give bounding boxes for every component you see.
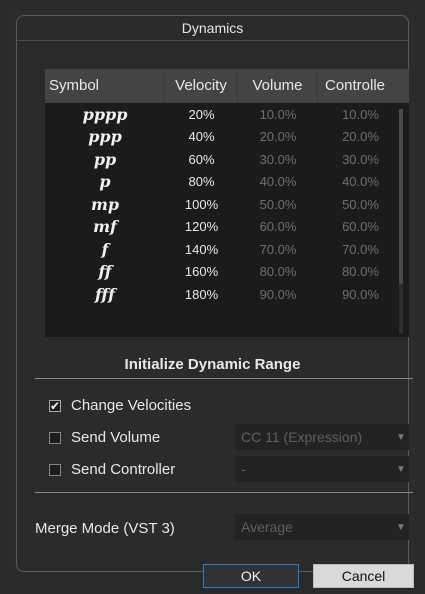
dynamics-panel: Dynamics Symbol Velocity Volume Controll… [16,15,413,572]
velocity-cell: 40% [188,129,215,145]
controller-cell: 90.0% [342,286,379,302]
dynamic-symbol: pp [93,149,117,169]
chevron-down-icon: ▼ [396,521,406,533]
controller-cell: 60.0% [342,219,379,235]
dynamic-symbol: mp [90,194,120,214]
column-header-controller[interactable]: Controlle [318,69,403,103]
dynamics-table[interactable]: Symbol Velocity Volume Controlle pppp 20%… [45,69,409,337]
volume-cell: 80.0% [259,264,297,280]
dynamic-symbol: p [99,172,111,192]
chevron-down-icon: ▼ [396,463,406,475]
checkmark-icon: ✔ [49,398,61,413]
dynamic-symbol: ppp [88,127,122,147]
velocity-cell: 60% [188,151,215,167]
controller-cell: 50.0% [342,196,379,212]
table-row[interactable]: ff 160% 80.0% 80.0% [45,261,403,284]
dynamic-symbol: f [101,239,109,259]
volume-cell: 90.0% [259,286,297,302]
send-volume-dropdown[interactable]: CC 11 (Expression) ▼ [235,424,409,450]
controller-cell: 10.0% [342,106,379,122]
change-velocities-option[interactable]: ✔ Change Velocities [49,397,191,414]
merge-mode-dropdown[interactable]: Average ▼ [235,514,409,540]
send-controller-label: Send Controller [71,461,176,478]
table-row[interactable]: pppp 20% 10.0% 10.0% [45,103,403,126]
volume-cell: 40.0% [259,174,297,190]
controller-cell: 20.0% [342,129,379,145]
velocity-cell: 140% [184,241,219,257]
send-controller-value: - [241,461,246,477]
table-row[interactable]: fff 180% 90.0% 90.0% [45,283,403,306]
controller-cell: 70.0% [342,241,379,257]
velocity-cell: 120% [184,219,219,235]
velocity-cell: 20% [188,106,215,122]
velocity-cell: 180% [184,286,219,302]
controller-cell: 30.0% [342,151,379,167]
volume-cell: 60.0% [259,219,297,235]
volume-cell: 70.0% [259,241,297,257]
table-body: pppp 20% 10.0% 10.0% ppp 40% 20.0% 20.0% pp 60% 30… [45,103,403,306]
send-volume-checkbox[interactable] [49,431,61,444]
dynamic-symbol: fff [94,284,116,304]
table-row[interactable]: ppp 40% 20.0% 20.0% [45,126,403,149]
merge-mode-value: Average [241,519,293,535]
dynamic-symbol: ff [98,262,112,282]
table-row[interactable]: mp 100% 50.0% 50.0% [45,193,403,216]
volume-cell: 10.0% [259,106,297,122]
dialog-title: Dynamics [17,16,408,41]
velocity-cell: 80% [188,174,215,190]
volume-cell: 50.0% [259,196,297,212]
velocity-cell: 100% [184,196,219,212]
change-velocities-label: Change Velocities [71,397,192,414]
ok-button[interactable]: OK [203,564,299,588]
scrollbar-thumb[interactable] [399,109,403,284]
dialog-frame: Dynamics Symbol Velocity Volume Controll… [10,10,415,573]
send-volume-option[interactable]: Send Volume [49,429,160,446]
table-row[interactable]: pp 60% 30.0% 30.0% [45,148,403,171]
volume-cell: 20.0% [259,129,297,145]
column-header-volume[interactable]: Volume [238,69,318,103]
table-header: Symbol Velocity Volume Controlle [45,69,409,103]
column-header-symbol[interactable]: Symbol [45,69,165,103]
table-row[interactable]: f 140% 70.0% 70.0% [45,238,403,261]
divider [35,492,413,493]
dynamic-symbol: mf [93,217,117,237]
change-velocities-checkbox[interactable]: ✔ [49,398,61,413]
send-volume-label: Send Volume [71,429,161,446]
send-controller-checkbox[interactable] [49,463,61,476]
section-title: Initialize Dynamic Range [124,356,301,373]
controller-cell: 40.0% [342,174,379,190]
send-controller-option[interactable]: Send Controller [49,461,175,478]
table-row[interactable]: p 80% 40.0% 40.0% [45,171,403,194]
chevron-down-icon: ▼ [396,431,406,443]
table-row[interactable]: mf 120% 60.0% 60.0% [45,216,403,239]
dynamic-symbol: pppp [82,104,128,124]
volume-cell: 30.0% [259,151,297,167]
controller-cell: 80.0% [342,264,379,280]
merge-mode-label: Merge Mode (VST 3) [35,520,175,537]
divider [35,378,413,379]
velocity-cell: 160% [184,264,219,280]
send-volume-value: CC 11 (Expression) [241,429,363,445]
column-header-velocity[interactable]: Velocity [165,69,238,103]
cancel-button[interactable]: Cancel [313,564,414,588]
send-controller-dropdown[interactable]: - ▼ [235,456,409,482]
